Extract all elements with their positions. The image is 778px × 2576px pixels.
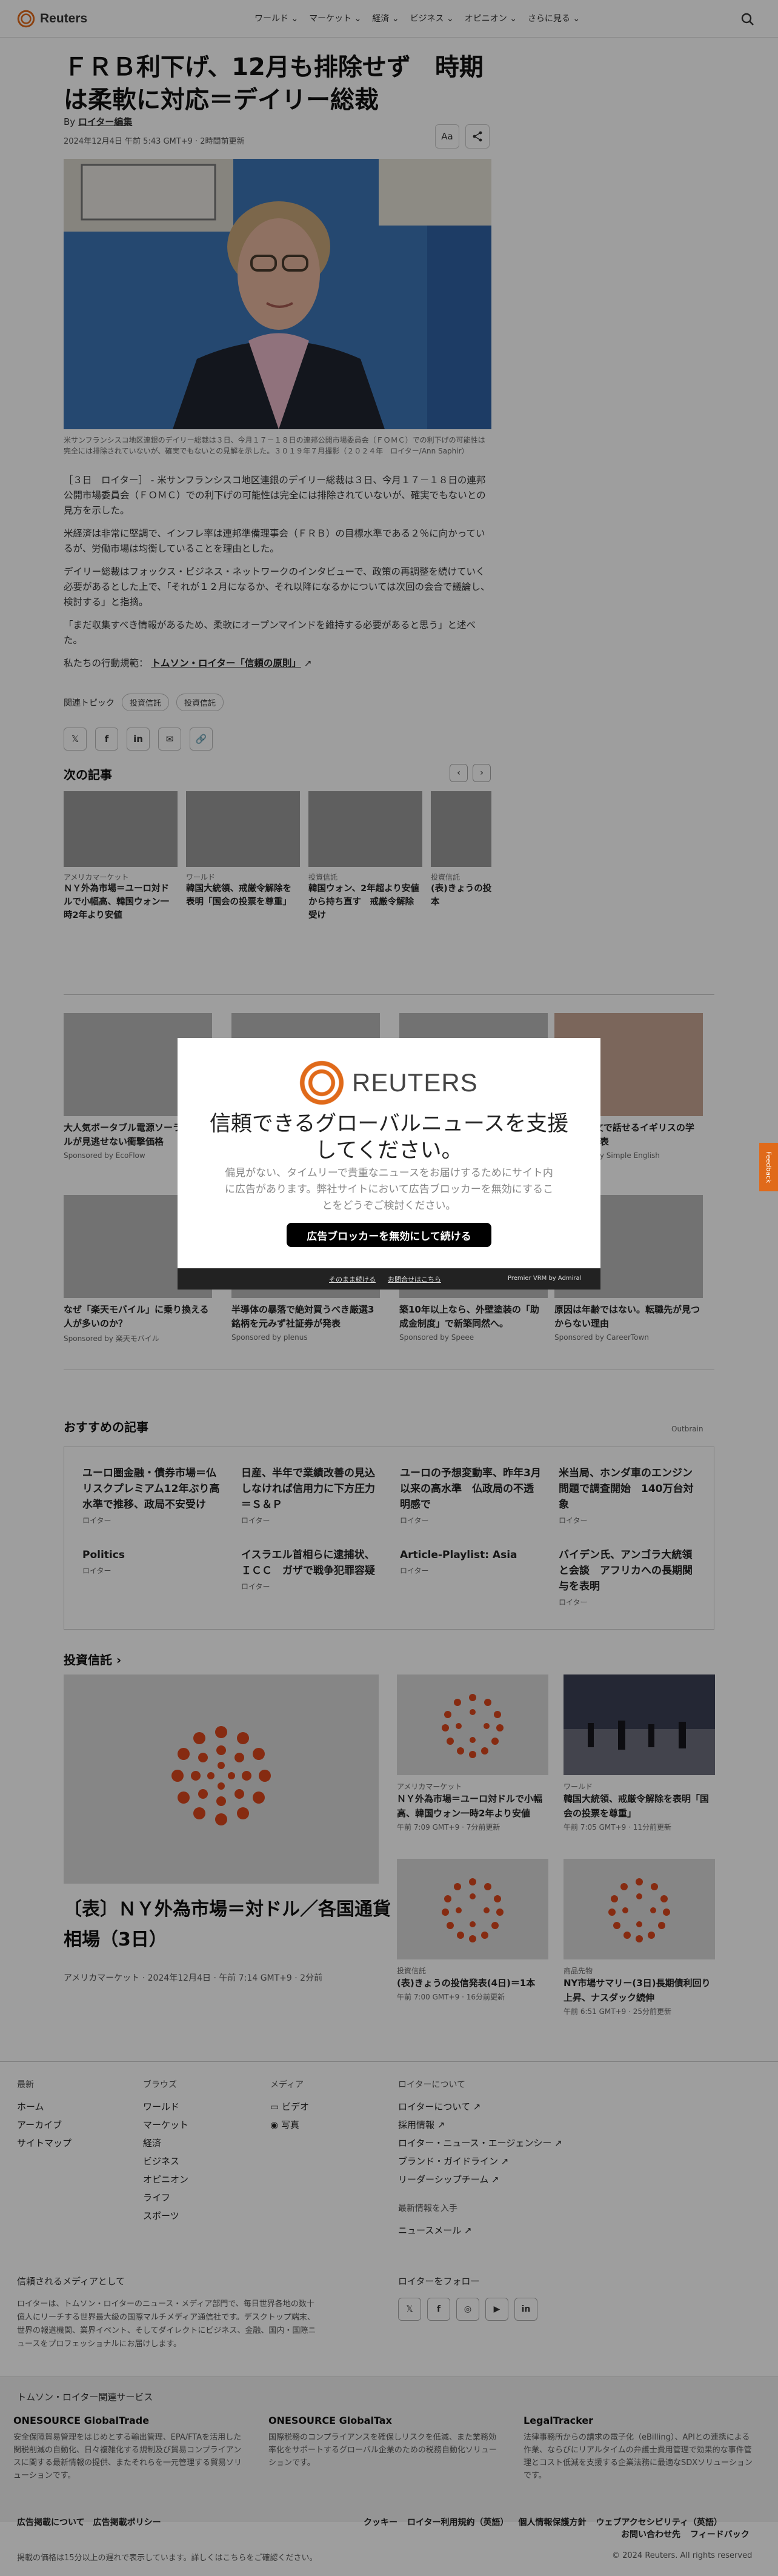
page: Reuters ワールド ⌄ マーケット ⌄ 経済 ⌄ ビジネス ⌄ オピニオン… bbox=[0, 0, 778, 2576]
adblock-modal: REUTERS 信頼できるグローバルニュースを支援してください。 偏見がない、タ… bbox=[178, 1038, 600, 1290]
modal-links: そのまま続ける お問合せはこちら bbox=[329, 1274, 441, 1284]
modal-logo-text: REUTERS bbox=[352, 1068, 478, 1097]
modal-title: 信頼できるグローバルニュースを支援してください。 bbox=[209, 1112, 569, 1163]
admiral-brand: Premier VRM by Admiral bbox=[508, 1275, 582, 1282]
continue-link[interactable]: そのまま続ける bbox=[329, 1274, 376, 1284]
feedback-tab[interactable]: Feedback bbox=[759, 1143, 778, 1191]
modal-footer: そのまま続ける お問合せはこちら Premier VRM by Admiral bbox=[178, 1268, 600, 1290]
reuters-logo-mark-icon bbox=[299, 1060, 345, 1106]
contact-link[interactable]: お問合せはこちら bbox=[388, 1274, 441, 1284]
disable-adblock-button[interactable]: 広告ブロッカーを無効にして続ける bbox=[287, 1223, 491, 1247]
modal-reuters-logo: REUTERS bbox=[299, 1060, 478, 1106]
modal-description: 偏見がない、タイムリーで貴重なニュースをお届けするためにサイト内に広告があります… bbox=[225, 1167, 553, 1212]
